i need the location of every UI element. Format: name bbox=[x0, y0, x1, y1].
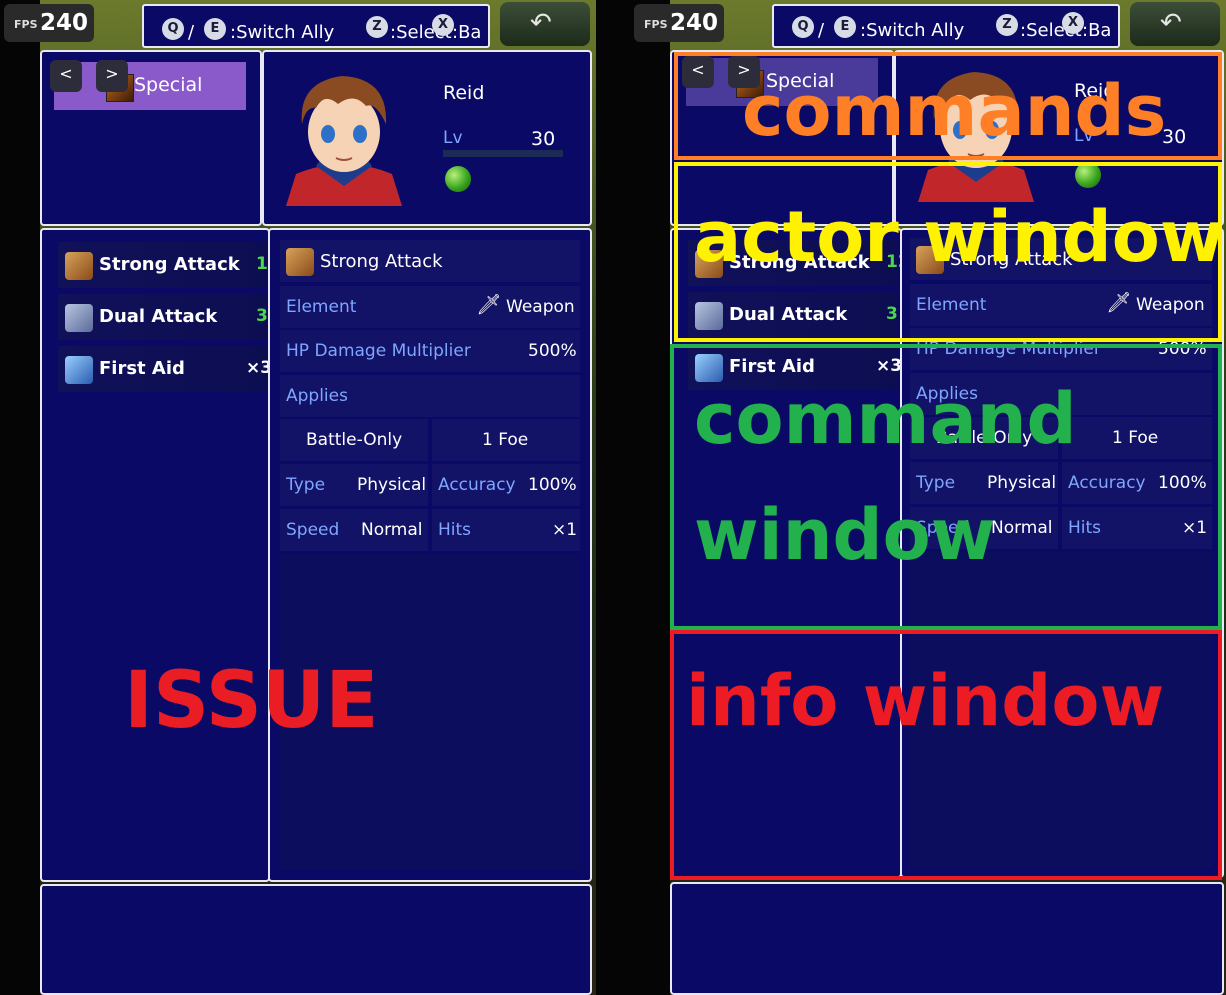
command-window-annotation-line1: command bbox=[694, 378, 1077, 460]
help-slash: / bbox=[188, 22, 195, 43]
right-screenshot: FPS 240 Q / E :Switch Ally Z :Select X :… bbox=[630, 0, 1226, 995]
speed-label: Speed bbox=[286, 520, 340, 540]
scope-value: 1 Foe bbox=[482, 430, 529, 450]
applies-label: Applies bbox=[286, 386, 348, 406]
element-row: Element 🗡 Weapon bbox=[280, 286, 580, 328]
fps-counter: FPS 240 bbox=[634, 4, 724, 42]
return-arrow-icon: ↶ bbox=[1160, 8, 1182, 38]
back-button[interactable]: ↶ bbox=[1130, 2, 1220, 46]
tab-special[interactable]: Special bbox=[54, 62, 246, 110]
type-value: Physical bbox=[357, 475, 427, 495]
fist-icon bbox=[65, 252, 93, 280]
skill-row[interactable]: Dual Attack 3 bbox=[58, 294, 268, 340]
tab-special-label: Special bbox=[134, 74, 203, 96]
fist-icon bbox=[286, 248, 314, 276]
help-bar: Q / E :Switch Ally Z :Select X :Ba bbox=[772, 4, 1120, 48]
hp-multiplier-row: HP Damage Multiplier 500% bbox=[280, 330, 580, 372]
hp-multiplier-value: 500% bbox=[528, 341, 577, 361]
occasion-value: Battle-Only bbox=[306, 430, 403, 450]
accuracy-cell: Accuracy 100% bbox=[432, 464, 580, 506]
skill-name: Strong Attack bbox=[99, 254, 240, 275]
issue-annotation: ISSUE bbox=[124, 656, 379, 746]
element-label: Element bbox=[286, 297, 357, 317]
level-label: Lv bbox=[443, 128, 463, 148]
hits-cell: Hits ×1 bbox=[432, 509, 580, 551]
accuracy-value: 100% bbox=[528, 475, 577, 495]
command-window-annotation-line2: window bbox=[694, 494, 996, 576]
fps-value: 240 bbox=[40, 10, 89, 36]
hp-multiplier-label: HP Damage Multiplier bbox=[286, 341, 471, 361]
help-window bbox=[40, 884, 592, 995]
fps-value: 240 bbox=[670, 10, 719, 36]
sword-icon: 🗡 bbox=[476, 292, 502, 316]
e-key-icon: E bbox=[204, 18, 226, 40]
prev-tab-button[interactable]: < bbox=[50, 60, 82, 92]
fps-label: FPS bbox=[644, 18, 668, 31]
element-value: Weapon bbox=[506, 297, 575, 317]
scope-cell: 1 Foe bbox=[432, 419, 580, 461]
actor-name: Reid bbox=[443, 82, 485, 104]
z-key-icon: Z bbox=[366, 16, 388, 38]
actor-window-annotation: actor window bbox=[694, 196, 1225, 278]
type-cell: Type Physical bbox=[280, 464, 428, 506]
fps-counter: FPS 240 bbox=[4, 4, 94, 42]
actor-portrait bbox=[286, 76, 402, 206]
back-button[interactable]: ↶ bbox=[500, 2, 590, 46]
applies-row: Applies bbox=[280, 375, 580, 417]
type-label: Type bbox=[286, 475, 326, 495]
fps-label: FPS bbox=[14, 18, 38, 31]
skill-row[interactable]: Strong Attack 12 bbox=[58, 242, 280, 288]
hits-value: ×1 bbox=[552, 520, 578, 540]
info-window-annotation: info window bbox=[686, 660, 1165, 742]
hits-label: Hits bbox=[438, 520, 472, 540]
q-key-icon: Q bbox=[792, 16, 814, 38]
speed-value: Normal bbox=[361, 520, 423, 540]
skill-row[interactable]: First Aid ×3 bbox=[58, 346, 272, 392]
q-key-icon: Q bbox=[162, 18, 184, 40]
skill-cost: 3 bbox=[256, 306, 268, 326]
help-back: :Ba bbox=[1082, 20, 1112, 41]
z-key-icon: Z bbox=[996, 14, 1018, 36]
next-tab-button[interactable]: > bbox=[96, 60, 128, 92]
heal-icon bbox=[65, 356, 93, 384]
element-orb-icon bbox=[445, 166, 471, 192]
help-back: :Ba bbox=[452, 22, 482, 43]
left-screenshot: FPS 240 Q / E :Switch Ally Z :Select X :… bbox=[0, 0, 596, 995]
accuracy-label: Accuracy bbox=[438, 475, 516, 495]
commands-annotation: commands bbox=[742, 70, 1167, 152]
exp-bar bbox=[443, 150, 563, 157]
info-title: Strong Attack bbox=[320, 251, 443, 272]
speed-cell: Speed Normal bbox=[280, 509, 428, 551]
scroll-icon bbox=[65, 304, 93, 332]
x-key-icon: X bbox=[432, 14, 454, 36]
help-slash: / bbox=[818, 20, 825, 41]
help-switch-ally: :Switch Ally bbox=[230, 22, 335, 43]
e-key-icon: E bbox=[834, 16, 856, 38]
help-bar: Q / E :Switch Ally Z :Select X :Ba bbox=[142, 4, 490, 48]
help-switch-ally: :Switch Ally bbox=[860, 20, 965, 41]
help-window bbox=[670, 882, 1224, 995]
occasion-cell: Battle-Only bbox=[280, 419, 428, 461]
return-arrow-icon: ↶ bbox=[530, 8, 552, 38]
x-key-icon: X bbox=[1062, 12, 1084, 34]
level-value: 30 bbox=[531, 128, 556, 150]
info-title-row: Strong Attack bbox=[280, 240, 580, 282]
skill-name: Dual Attack bbox=[99, 306, 218, 327]
skill-name: First Aid bbox=[99, 358, 185, 379]
